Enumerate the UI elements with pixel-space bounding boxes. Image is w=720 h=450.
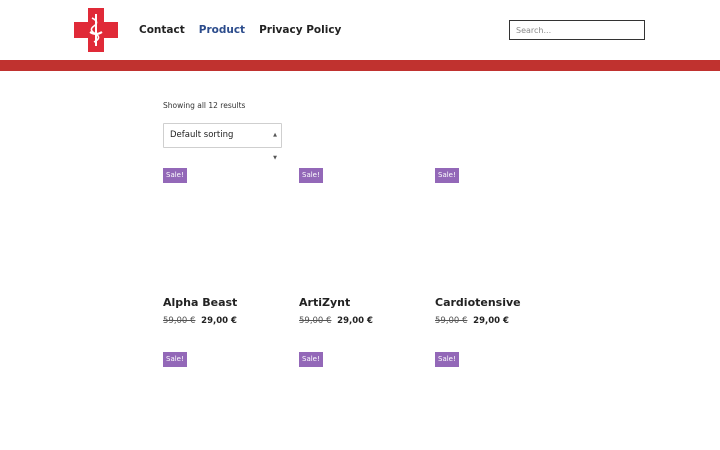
old-price: 59,00 €	[163, 316, 196, 326]
sale-badge: Sale!	[435, 168, 459, 183]
sorting-selected-value: Default sorting	[170, 130, 234, 140]
search-input[interactable]	[509, 20, 645, 40]
product-card[interactable]: Sale!	[299, 352, 419, 450]
sorting-select[interactable]: Default sorting ▲ ▼	[163, 123, 282, 161]
sale-badge: Sale!	[299, 168, 323, 183]
sale-badge: Sale!	[435, 352, 459, 367]
product-card[interactable]: Sale! Cardiotensive 59,00 € 29,00 €	[435, 168, 555, 348]
sale-price: 29,00 €	[201, 316, 237, 326]
product-card[interactable]: Sale! ArtiZynt 59,00 € 29,00 €	[299, 168, 419, 348]
sale-badge: Sale!	[163, 352, 187, 367]
pharmacy-cross-logo[interactable]	[74, 8, 118, 52]
old-price: 59,00 €	[299, 316, 332, 326]
nav-privacy-policy[interactable]: Privacy Policy	[259, 23, 341, 37]
product-card[interactable]: Sale! Alpha Beast 59,00 € 29,00 €	[163, 168, 283, 348]
header-red-bar	[0, 60, 720, 71]
product-name[interactable]: ArtiZynt	[299, 296, 350, 310]
main-nav: Contact Product Privacy Policy	[139, 23, 341, 37]
product-price: 59,00 € 29,00 €	[435, 316, 509, 327]
nav-product[interactable]: Product	[199, 23, 245, 37]
product-name[interactable]: Alpha Beast	[163, 296, 237, 310]
product-name[interactable]: Cardiotensive	[435, 296, 521, 310]
product-price: 59,00 € 29,00 €	[163, 316, 237, 327]
result-count: Showing all 12 results	[163, 101, 246, 110]
old-price: 59,00 €	[435, 316, 468, 326]
sale-badge: Sale!	[299, 352, 323, 367]
product-card[interactable]: Sale!	[163, 352, 283, 450]
product-card[interactable]: Sale!	[435, 352, 555, 450]
sale-badge: Sale!	[163, 168, 187, 183]
site-header: Contact Product Privacy Policy	[0, 0, 720, 60]
sale-price: 29,00 €	[337, 316, 373, 326]
dropdown-arrow-icon: ▲ ▼	[273, 132, 277, 161]
product-price: 59,00 € 29,00 €	[299, 316, 373, 327]
nav-contact[interactable]: Contact	[139, 23, 185, 37]
sale-price: 29,00 €	[473, 316, 509, 326]
